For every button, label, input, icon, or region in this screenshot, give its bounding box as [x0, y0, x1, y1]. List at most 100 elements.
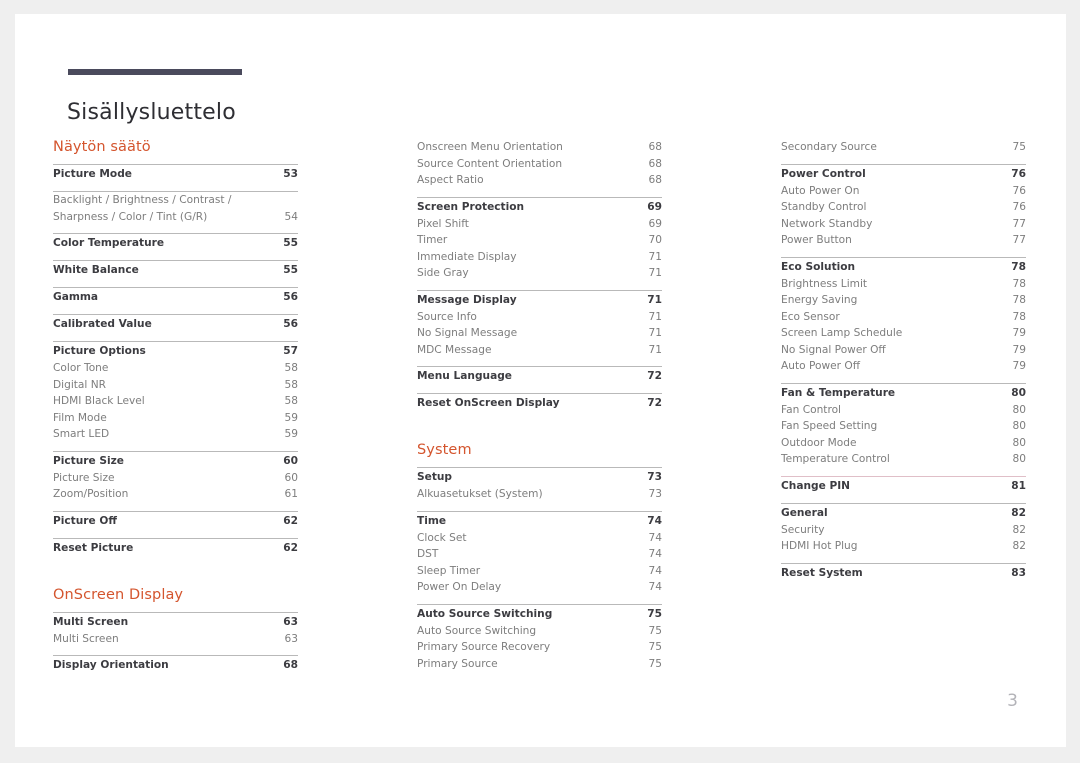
toc-entry[interactable]: Gamma 56 [53, 288, 298, 306]
toc-entry[interactable]: Pixel Shift 69 [417, 216, 662, 233]
toc-entry-page: 74 [647, 514, 662, 527]
toc-entry[interactable]: Setup 73 [417, 468, 662, 486]
toc-entry[interactable]: Source Info 71 [417, 309, 662, 326]
toc-entry-label: HDMI Hot Plug [781, 540, 858, 552]
toc-entry[interactable]: Aspect Ratio 68 [417, 172, 662, 189]
toc-entry[interactable]: Calibrated Value 56 [53, 315, 298, 333]
toc-entry[interactable]: Power Control 76 [781, 165, 1026, 183]
toc-entry[interactable]: Picture Off 62 [53, 512, 298, 530]
toc-entry[interactable]: Picture Size 60 [53, 452, 298, 470]
toc-entry-label: MDC Message [417, 343, 492, 356]
toc-entry[interactable]: Picture Options 57 [53, 342, 298, 360]
toc-entry[interactable]: Color Temperature 55 [53, 234, 298, 252]
toc-entry[interactable]: Source Content Orientation 68 [417, 156, 662, 173]
toc-entry[interactable]: Reset Picture 62 [53, 539, 298, 557]
toc-entry[interactable]: Menu Language 72 [417, 367, 662, 385]
toc-entry-page: 55 [283, 237, 298, 249]
toc-entry[interactable]: Change PIN 81 [781, 477, 1026, 495]
toc-entry-page: 74 [648, 564, 662, 577]
toc-entry-page: 83 [1011, 566, 1026, 579]
toc-entry[interactable]: Picture Size 60 [53, 470, 298, 487]
toc-entry-page: 78 [1012, 277, 1026, 290]
title-rule [68, 69, 242, 75]
toc-entry[interactable]: Picture Mode 53 [53, 165, 298, 183]
toc-entry[interactable]: Onscreen Menu Orientation 68 [417, 139, 662, 156]
toc-entry-label: Color Temperature [53, 237, 165, 249]
toc-entry[interactable]: Film Mode 59 [53, 410, 298, 427]
toc-entry[interactable]: Time 74 [417, 512, 662, 530]
toc-entry[interactable]: Standby Control 76 [781, 199, 1026, 216]
toc-entry[interactable]: Temperature Control 80 [781, 451, 1026, 468]
toc-entry[interactable]: Fan & Temperature 80 [781, 384, 1026, 402]
toc-entry[interactable]: Network Standby 77 [781, 216, 1026, 233]
toc-entry[interactable]: MDC Message 71 [417, 342, 662, 359]
toc-entry[interactable]: Screen Lamp Schedule 79 [781, 325, 1026, 342]
toc-entry-label: Auto Source Switching [417, 624, 537, 637]
toc-entry[interactable]: Message Display 71 [417, 291, 662, 309]
toc-entry[interactable]: Timer 70 [417, 232, 662, 249]
toc-entry[interactable]: Digital NR 58 [53, 377, 298, 394]
toc-entry[interactable]: Outdoor Mode 80 [781, 435, 1026, 452]
toc-entry-page: 68 [648, 157, 662, 170]
toc-entry[interactable]: Color Tone 58 [53, 360, 298, 377]
toc-entry[interactable]: Smart LED 59 [53, 426, 298, 443]
toc-entry[interactable]: Clock Set 74 [417, 530, 662, 547]
toc-group: Reset OnScreen Display 72 [417, 393, 662, 412]
toc-entry[interactable]: Auto Power Off 79 [781, 358, 1026, 375]
toc-entry[interactable]: Zoom/Position 61 [53, 486, 298, 503]
toc-entry[interactable]: Brightness Limit 78 [781, 276, 1026, 293]
toc-group: Change PIN 81 [781, 475, 1026, 495]
toc-entry[interactable]: Immediate Display 71 [417, 249, 662, 266]
toc-entry[interactable]: Eco Sensor 78 [781, 309, 1026, 326]
toc-entry[interactable]: Primary Source 75 [417, 656, 662, 673]
toc-entry[interactable]: Sleep Timer 74 [417, 563, 662, 580]
toc-entry[interactable]: Multi Screen 63 [53, 631, 298, 648]
toc-entry-label: Power On Delay [417, 581, 502, 593]
toc-entry[interactable]: Reset System 83 [781, 564, 1026, 582]
toc-entry[interactable]: Display Orientation 68 [53, 656, 298, 674]
toc-group: Message Display 71 Source Info 71 No Signal … [417, 289, 662, 359]
toc-entry[interactable]: HDMI Black Level 58 [53, 393, 298, 410]
toc-section: Secondary Source 75 Power Control 76 Auto Po… [781, 139, 1026, 582]
toc-entry[interactable]: Power Button 77 [781, 232, 1026, 249]
toc-entry[interactable]: Alkuasetukset (System) 73 [417, 486, 662, 503]
toc-entry[interactable]: Backlight / Brightness / Contrast / Shar… [53, 192, 298, 225]
toc-entry[interactable]: Auto Source Switching 75 [417, 623, 662, 640]
toc-entry-page: 71 [648, 267, 662, 279]
toc-entry-label: Gamma [53, 291, 99, 303]
toc-entry-label: Secondary Source [781, 141, 877, 153]
toc-entry[interactable]: Security 82 [781, 522, 1026, 539]
toc-entry[interactable]: No Signal Message 71 [417, 325, 662, 342]
toc-entry[interactable]: Primary Source Recovery 75 [417, 639, 662, 656]
toc-entry[interactable]: Energy Saving 78 [781, 292, 1026, 309]
toc-entry[interactable]: Multi Screen 63 [53, 613, 298, 631]
toc-entry[interactable]: HDMI Hot Plug 82 [781, 538, 1026, 555]
toc-entry[interactable]: General 82 [781, 504, 1026, 522]
toc-entry-label: Screen Lamp Schedule [781, 327, 903, 339]
toc-entry-label: Change PIN [781, 479, 851, 492]
toc-entry[interactable]: Eco Solution 78 [781, 258, 1026, 276]
toc-entry-label: Timer [417, 234, 448, 246]
toc-entry[interactable]: Auto Source Switching 75 [417, 605, 662, 623]
toc-entry[interactable]: Fan Speed Setting 80 [781, 418, 1026, 435]
toc-entry[interactable]: Fan Control 80 [781, 402, 1026, 419]
toc-entry[interactable]: Secondary Source 75 [781, 139, 1026, 156]
toc-entry[interactable]: Reset OnScreen Display 72 [417, 394, 662, 412]
toc-entry[interactable]: DST 74 [417, 546, 662, 563]
toc-entry[interactable]: Screen Protection 69 [417, 198, 662, 216]
toc-entry[interactable]: Auto Power On 76 [781, 183, 1026, 200]
toc-entry[interactable]: Power On Delay 74 [417, 579, 662, 596]
toc-entry-label: Side Gray [417, 267, 469, 279]
toc-entry-page: 58 [284, 362, 298, 374]
toc-entry[interactable]: White Balance 55 [53, 261, 298, 279]
toc-entry-label: Color Tone [53, 362, 109, 374]
toc-entry-page: 79 [1012, 343, 1026, 356]
toc-entry[interactable]: No Signal Power Off 79 [781, 342, 1026, 359]
toc-entry[interactable]: Side Gray 71 [417, 265, 662, 282]
toc-entry-label: Power Button [781, 234, 852, 246]
